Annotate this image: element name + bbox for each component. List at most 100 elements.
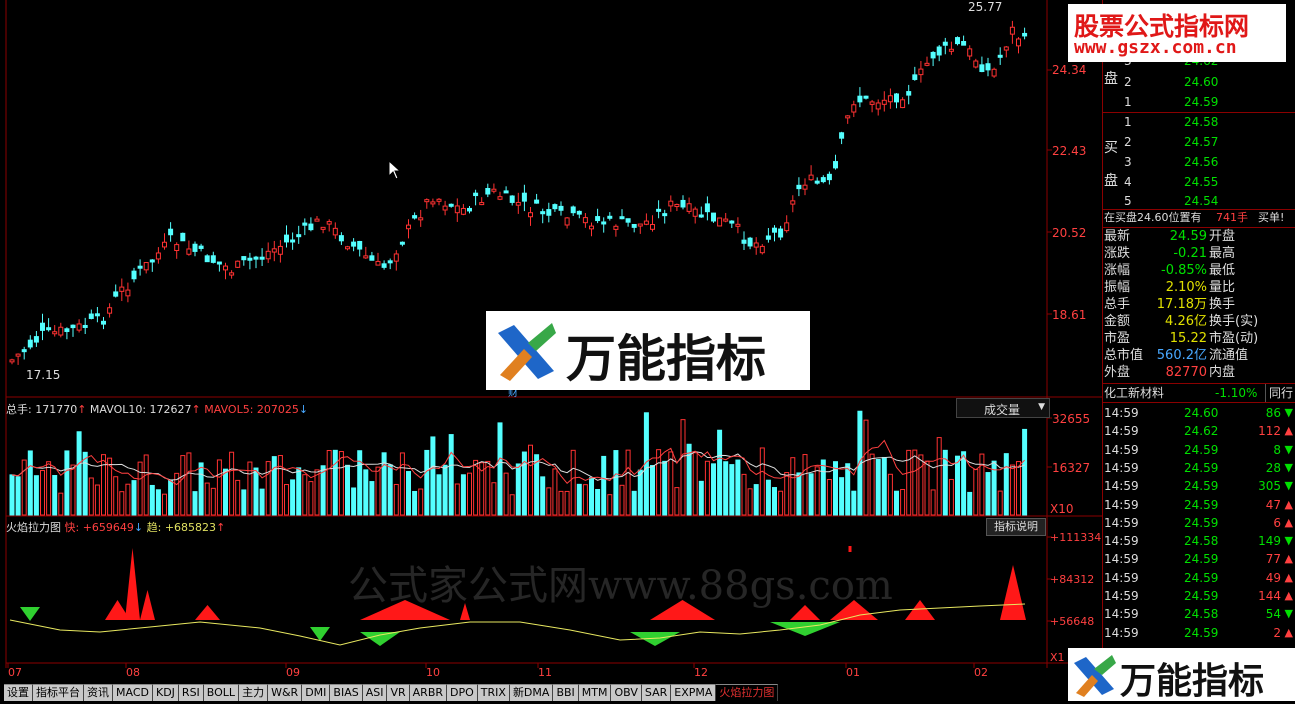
tick-row[interactable]: 14:59 24.60 86 ▼ [1102,404,1295,422]
tick-row[interactable]: 14:59 24.59 49 ▲ [1102,569,1295,587]
buy-level: 4 [1124,175,1132,189]
candle-body [912,74,918,80]
volume-bar [656,449,662,516]
indicator-help-button[interactable]: 指标说明 [986,518,1046,536]
candle-body [741,239,747,244]
indicator-tab[interactable]: EXPMA [671,684,717,701]
indicator-axis-label: +84312 [1050,573,1095,586]
order-status-tail: 买单! [1258,211,1285,224]
tick-volume: 49 [1265,570,1281,585]
volume-bar [467,472,472,516]
tick-volume: 305 [1258,479,1281,494]
volume-bar [351,487,357,516]
volume-bar [613,450,619,516]
tick-price: 24.59 [1184,589,1219,603]
candle-body [991,68,997,77]
candle-body [64,328,70,333]
candle-body [497,196,503,200]
volume-bar [363,469,369,516]
indicator-tab[interactable]: DMI [302,684,331,701]
volume-bar [46,461,52,516]
sector-row[interactable]: 化工新材料 -1.10% 同行 [1102,384,1295,402]
tick-row[interactable]: 14:59 24.59 47 ▲ [1102,496,1295,514]
indicator-tab[interactable]: TRIX [477,684,510,701]
sell-level-row[interactable]: 2 24.60 [1102,73,1295,91]
sell-level-row[interactable]: 1 24.59 [1102,93,1295,111]
order-status-text: 在买盘24.60位置有 [1104,211,1202,224]
buy-level: 5 [1124,194,1132,208]
volume-bar [271,456,277,516]
buy-level-row[interactable]: 1 24.58 [1102,113,1295,131]
candle-body [656,208,662,212]
candle-body [668,200,674,207]
quote-value: 4.26亿 [1165,314,1207,329]
tick-row[interactable]: 14:59 24.58 149 ▼ [1102,532,1295,550]
candle-body [460,207,466,215]
indicator-tab[interactable]: BIAS [330,684,363,701]
indicator-tab[interactable]: BBI [553,684,579,701]
volume-bar [717,429,723,516]
peer-button[interactable]: 同行 [1265,384,1293,402]
buy-level-row[interactable]: 5 24.54 [1102,192,1295,210]
candle-body [259,256,265,260]
indicator-tab[interactable]: MTM [578,684,612,701]
indicator-tab[interactable]: 资讯 [84,684,113,701]
indicator-tab[interactable]: BOLL [203,684,240,701]
tick-row[interactable]: 14:59 24.59 2 ▲ [1102,624,1295,642]
candle-body [528,212,533,218]
volume-bar [448,434,454,516]
candle-body [235,260,241,268]
indicator-tab[interactable]: ASI [362,684,388,701]
indicator-tab[interactable]: SAR [641,684,672,701]
tick-time: 14:59 [1104,570,1139,585]
candle-body [143,262,149,271]
tick-volume: 144 [1258,589,1281,603]
arrow-up-icon: ▲ [1284,424,1293,438]
candle-body [887,95,893,103]
candle-body [723,218,729,222]
buy-level-row[interactable]: 3 24.56 [1102,153,1295,171]
volume-bar [875,459,881,516]
background-watermark: 公式家公式网www.88gs.com [348,563,893,609]
volume-bar [253,467,259,516]
candle-body [973,60,979,68]
order-status-qty: 741手 [1216,211,1248,224]
quote-label-secondary: 最高 [1209,246,1236,261]
indicator-tab[interactable]: OBV [611,684,642,701]
quote-row: 涨幅 -0.85% 最低 [1102,262,1295,279]
indicator-tab[interactable]: W&R [268,684,303,701]
indicator-tab[interactable]: VR [387,684,410,701]
indicator-tab[interactable]: KDJ [152,684,179,701]
indicator-tab[interactable]: MACD [113,684,153,701]
tick-row[interactable]: 14:59 24.62 112 ▲ [1102,422,1295,440]
indicator-tab[interactable]: 设置 [4,684,33,701]
volume-bar [180,455,186,516]
candle-body [412,215,418,219]
volume-bar [662,460,668,516]
tick-time: 14:59 [1104,552,1139,567]
tick-row[interactable]: 14:59 24.59 6 ▲ [1102,514,1295,532]
tick-volume: 112 [1258,424,1281,439]
volume-bar [94,484,100,516]
quote-label-secondary: 内盘 [1209,365,1236,380]
buy-level-row[interactable]: 2 24.57 [1102,133,1295,151]
indicator-tab[interactable]: 主力 [239,684,269,701]
indicator-selector[interactable]: 成交量 ▼ [956,398,1050,418]
volume-bar [70,464,76,516]
volume-bar [460,474,466,516]
indicator-tab[interactable]: ARBR [409,684,448,701]
tick-row[interactable]: 14:59 24.59 28 ▼ [1102,459,1295,477]
indicator-tab[interactable]: 新DMA [509,684,554,701]
tick-row[interactable]: 14:59 24.59 144 ▲ [1102,587,1295,605]
tick-row[interactable]: 14:59 24.59 77 ▲ [1102,550,1295,568]
tick-row[interactable]: 14:59 24.59 305 ▼ [1102,477,1295,495]
indicator-tab[interactable]: RSI [178,684,204,701]
tick-row[interactable]: 14:59 24.59 8 ▼ [1102,441,1295,459]
volume-bar [302,474,308,516]
candle-body [168,228,174,236]
buy-level-row[interactable]: 4 24.55 [1102,173,1295,191]
tick-row[interactable]: 14:59 24.58 54 ▼ [1102,605,1295,623]
indicator-tab[interactable]: 火焰拉力图 [716,684,779,701]
indicator-tab[interactable]: 指标平台 [33,684,84,701]
indicator-tab[interactable]: DPO [447,684,478,701]
